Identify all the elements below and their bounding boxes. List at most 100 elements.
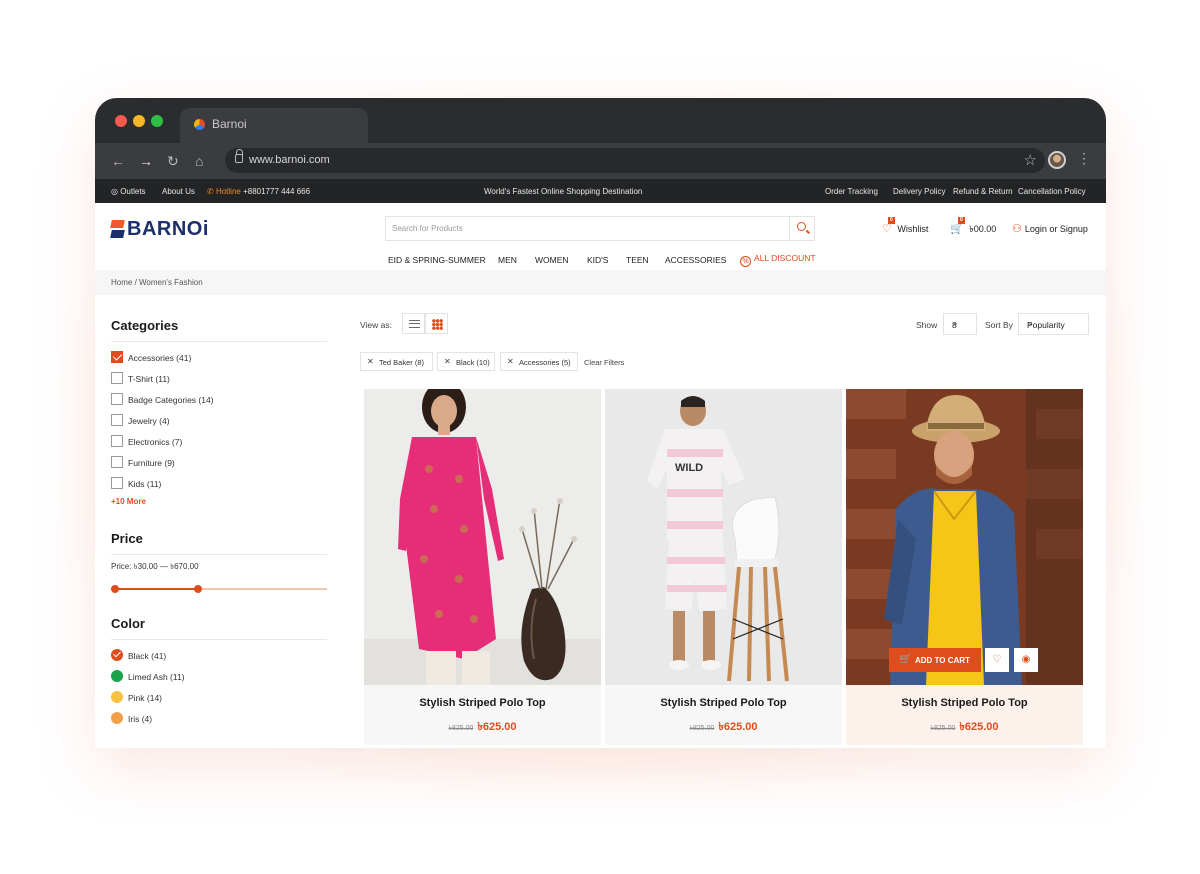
heart-icon: ♡ [992, 654, 1002, 665]
menu-teen[interactable]: TEEN [626, 255, 649, 265]
product-name[interactable]: Stylish Striped Polo Top [605, 697, 842, 709]
list-view-button[interactable] [402, 313, 425, 334]
chevron-down-icon: ⌄ [952, 318, 959, 327]
checkbox [111, 477, 123, 489]
wishlist-link[interactable]: ♡ 0 Wishlist [882, 217, 928, 235]
filter-sidebar: Categories Accessories (41) T-Shirt (11)… [111, 298, 327, 730]
cart-total: ৳00.00 [969, 224, 997, 234]
product-card[interactable]: WILD Stylish Striped Polo Top ৳825.00 ৳62… [605, 389, 842, 745]
category-badge[interactable]: Badge Categories (14) [111, 390, 327, 411]
menu-eid[interactable]: EID & SPRING-SUMMER [388, 255, 486, 265]
category-accessories[interactable]: Accessories (41) [111, 348, 327, 369]
menu-all-discount[interactable]: % ALL DISCOUNT [740, 253, 816, 267]
cart-link[interactable]: 🛒 0 ৳00.00 [950, 217, 997, 237]
cancellation-policy-link[interactable]: Cancellation Policy [1018, 187, 1086, 196]
bookmark-star-icon[interactable]: ☆ [1024, 151, 1037, 169]
color-swatch [111, 712, 123, 724]
category-electronics[interactable]: Electronics (7) [111, 432, 327, 453]
menu-accessories[interactable]: ACCESSORIES [665, 255, 726, 265]
current-price: ৳625.00 [959, 721, 999, 733]
login-link[interactable]: ⚇ Login or Signup [1012, 222, 1088, 235]
current-price: ৳625.00 [718, 721, 758, 733]
browser-titlebar: Barnoi [95, 98, 1106, 143]
hotline-label: Hotline [215, 187, 241, 196]
tagline: World's Fastest Online Shopping Destinat… [484, 187, 643, 196]
cart-icon: 🛒 0 [950, 217, 965, 235]
more-categories-link[interactable]: +10 More [111, 497, 327, 506]
filter-chip-accessories[interactable]: ✕ Accessories (5) [500, 352, 578, 371]
cart-count: 0 [958, 217, 965, 224]
lock-icon [235, 149, 243, 163]
minimize-window-button[interactable] [133, 115, 145, 127]
old-price: ৳825.00 [448, 725, 474, 732]
site-topbar: ◎ Outlets About Us ✆ Hotline +8801777 44… [95, 179, 1106, 203]
sort-select[interactable]: Popularity ⌄ [1018, 313, 1089, 335]
divider [111, 341, 327, 342]
filter-chip-black[interactable]: ✕ Black (10) [437, 352, 495, 371]
add-to-cart-button[interactable]: 🛒 ADD TO CART [889, 648, 981, 672]
svg-text:WILD: WILD [675, 462, 703, 474]
address-bar[interactable]: www.barnoi.com ☆ [225, 148, 1045, 173]
browser-menu-icon[interactable]: ⋮ [1077, 150, 1091, 167]
tab-title: Barnoi [212, 117, 247, 131]
browser-tab[interactable]: Barnoi [180, 108, 368, 143]
about-link[interactable]: About Us [162, 187, 195, 196]
product-name[interactable]: Stylish Striped Polo Top [846, 697, 1083, 709]
product-image[interactable] [364, 389, 601, 685]
reload-icon[interactable]: ↻ [167, 153, 179, 169]
hotline-number: +8801777 444 666 [243, 187, 311, 196]
wishlist-count: 0 [888, 217, 895, 224]
product-name[interactable]: Stylish Striped Polo Top [364, 697, 601, 709]
product-image[interactable]: 🛒 ADD TO CART ♡ ◉ [846, 389, 1083, 685]
color-limed-ash[interactable]: Limed Ash (11) [111, 667, 327, 688]
forward-arrow-icon[interactable]: → [139, 153, 153, 169]
checkbox [111, 393, 123, 405]
clear-filters-link[interactable]: Clear Filters [584, 358, 624, 367]
close-icon: ✕ [507, 357, 514, 366]
price-range-text: Price: ৳30.00 — ৳670.00 [111, 562, 199, 571]
color-swatch [111, 691, 123, 703]
category-jewelry[interactable]: Jewelry (4) [111, 411, 327, 432]
filter-chip-ted-baker[interactable]: ✕ Ted Baker (8) [360, 352, 433, 371]
refund-return-link[interactable]: Refund & Return [953, 187, 1013, 196]
wishlist-button[interactable]: ♡ [985, 648, 1009, 672]
category-kids[interactable]: Kids (11) [111, 474, 327, 495]
delivery-policy-link[interactable]: Delivery Policy [893, 187, 945, 196]
home-icon[interactable]: ⌂ [195, 153, 203, 169]
outlets-link[interactable]: ◎ Outlets [111, 187, 146, 196]
breadcrumb-text[interactable]: Home / Women's Fashion [111, 278, 203, 287]
price-slider[interactable] [111, 582, 327, 596]
menu-men[interactable]: MEN [498, 255, 517, 265]
category-furniture[interactable]: Furniture (9) [111, 453, 327, 474]
divider [111, 639, 327, 640]
color-swatch [111, 670, 123, 682]
slider-min-handle[interactable] [111, 585, 119, 593]
color-pink[interactable]: Pink (14) [111, 688, 327, 709]
quick-view-button[interactable]: ◉ [1014, 648, 1038, 672]
category-tshirt[interactable]: T-Shirt (11) [111, 369, 327, 390]
grid-view-button[interactable] [425, 313, 448, 334]
product-card[interactable]: 🛒 ADD TO CART ♡ ◉ Stylish Striped Polo To… [846, 389, 1083, 745]
hotline: ✆ Hotline +8801777 444 666 [207, 187, 310, 196]
menu-women[interactable]: WOMEN [535, 255, 569, 265]
checkbox [111, 456, 123, 468]
old-price: ৳825.00 [930, 725, 956, 732]
search-button[interactable] [789, 217, 814, 240]
close-icon: ✕ [367, 357, 374, 366]
phone-icon: ✆ [207, 187, 216, 196]
slider-max-handle[interactable] [194, 585, 203, 593]
color-black[interactable]: Black (41) [111, 646, 327, 667]
product-card[interactable]: Stylish Striped Polo Top ৳825.00 ৳625.00 [364, 389, 601, 745]
close-window-button[interactable] [115, 115, 127, 127]
order-tracking-link[interactable]: Order Tracking [825, 187, 878, 196]
color-iris[interactable]: Iris (4) [111, 709, 327, 730]
current-price: ৳625.00 [477, 721, 517, 733]
back-arrow-icon[interactable]: ← [111, 153, 125, 169]
search-placeholder: Search for Products [392, 224, 463, 233]
product-image[interactable]: WILD [605, 389, 842, 685]
profile-avatar[interactable] [1048, 151, 1066, 169]
search-input[interactable]: Search for Products [385, 216, 815, 241]
maximize-window-button[interactable] [151, 115, 163, 127]
menu-kids[interactable]: KID'S [587, 255, 608, 265]
show-select[interactable]: 8 ⌄ [943, 313, 977, 335]
